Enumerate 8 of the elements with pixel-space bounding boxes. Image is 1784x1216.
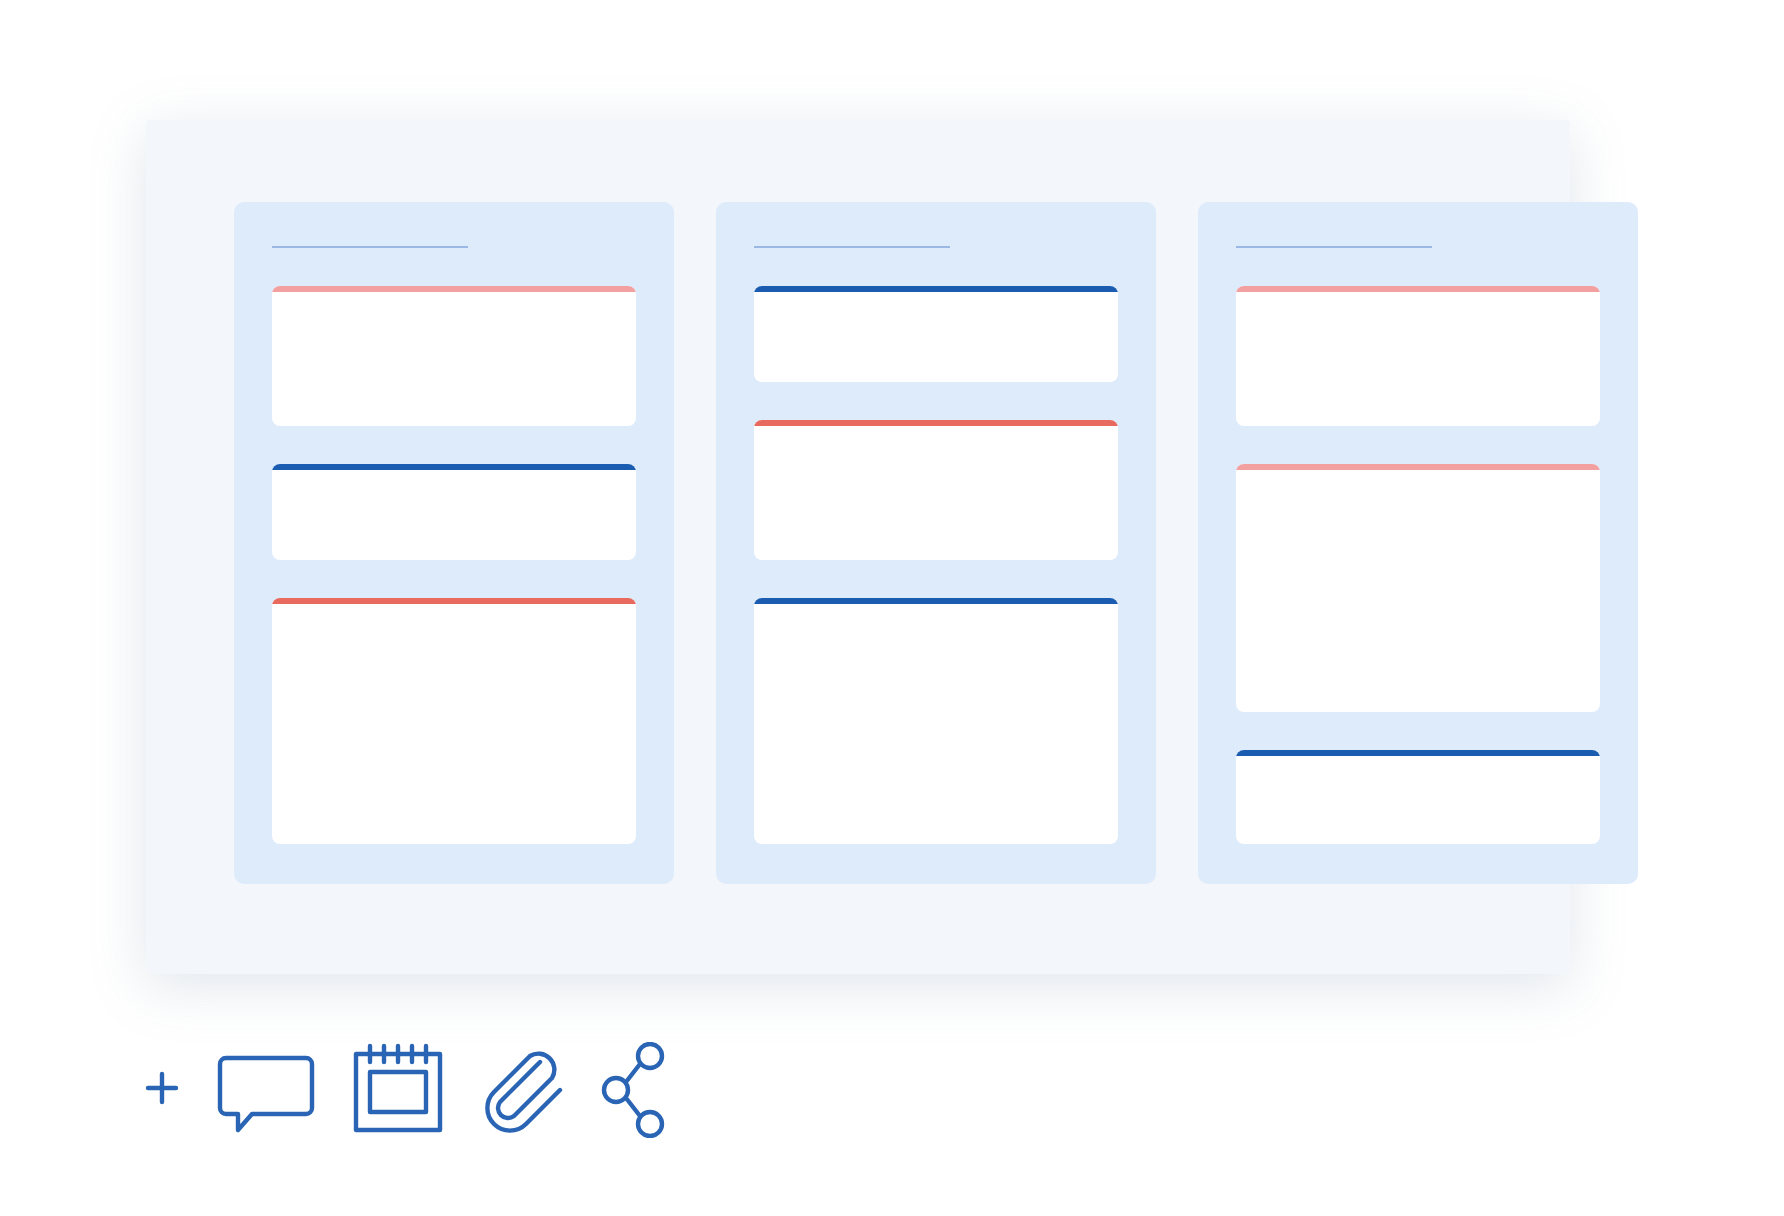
- task-card[interactable]: [754, 420, 1118, 560]
- task-card[interactable]: [272, 464, 636, 560]
- share-icon[interactable]: [600, 1042, 668, 1138]
- task-card[interactable]: [754, 598, 1118, 844]
- task-card[interactable]: [272, 598, 636, 844]
- task-card[interactable]: [1236, 750, 1600, 844]
- calendar-icon[interactable]: [352, 1042, 444, 1138]
- task-card[interactable]: [754, 286, 1118, 382]
